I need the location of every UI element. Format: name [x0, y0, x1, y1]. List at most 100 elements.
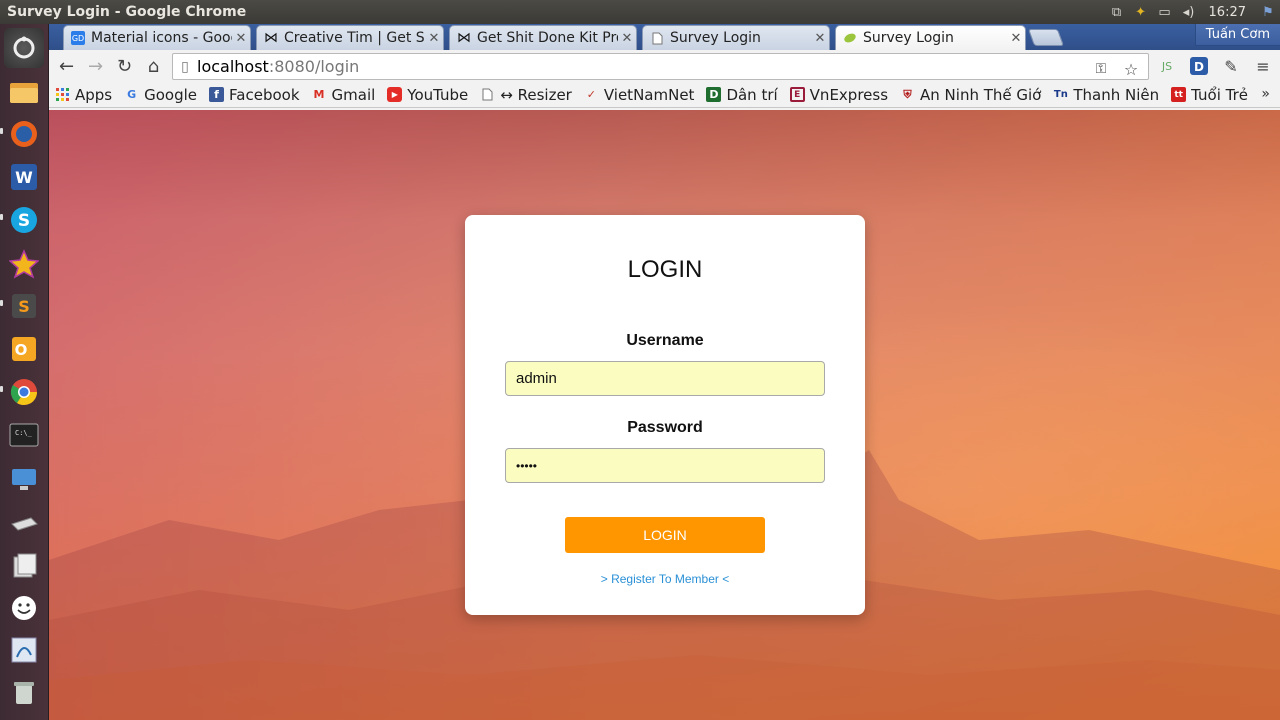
facebook-icon: f — [209, 87, 225, 102]
svg-text:S: S — [18, 297, 30, 316]
url-host: localhost — [197, 57, 269, 76]
sublime-icon[interactable]: S — [4, 286, 44, 326]
omnibox-actions: ⚿ ☆ — [1088, 56, 1144, 82]
outlook-icon[interactable]: O — [4, 329, 44, 369]
dantri-icon: D — [706, 87, 722, 102]
tab-label: Survey Login — [863, 30, 954, 46]
profile-button[interactable]: Tuấn Cơm — [1194, 24, 1280, 46]
running-indicator — [0, 386, 3, 392]
skype-icon[interactable]: S — [4, 200, 44, 240]
trash-icon[interactable] — [4, 672, 44, 712]
bookmark-label: YouTube — [407, 85, 469, 104]
tab-survey-login-active[interactable]: Survey Login ✕ — [835, 25, 1026, 50]
url-path: :8080/login — [268, 57, 360, 76]
vnexpress-icon: E — [789, 87, 805, 102]
leaf-favicon-icon — [843, 31, 857, 45]
js-extension-icon[interactable]: JS — [1154, 53, 1180, 79]
tuoi-tre-icon: tt — [1171, 87, 1187, 102]
menu-icon[interactable]: ≡ — [1250, 53, 1276, 79]
drive-icon[interactable] — [4, 504, 44, 544]
smiley-app-icon[interactable] — [4, 588, 44, 628]
bookmarks-overflow-icon[interactable]: » — [1261, 86, 1270, 102]
back-icon[interactable]: ← — [52, 52, 81, 80]
tab-survey-login-1[interactable]: Survey Login ✕ — [642, 25, 830, 50]
bookmark-dantri[interactable]: D Dân trí — [706, 86, 778, 104]
password-field[interactable]: ••••• — [505, 448, 825, 483]
home-icon[interactable]: ⌂ — [139, 52, 168, 80]
forward-icon[interactable]: → — [81, 52, 110, 80]
eyedropper-icon[interactable]: ✎ — [1218, 53, 1244, 79]
close-icon[interactable]: ✕ — [1007, 31, 1025, 46]
bookmark-label: Apps — [75, 85, 113, 104]
close-icon[interactable]: ✕ — [811, 31, 829, 46]
tab-strip: GD Material icons - Goog ✕ ⋈ Creative Ti… — [49, 24, 1280, 50]
bookmark-thanh-nien[interactable]: Tn Thanh Niên — [1053, 86, 1159, 104]
close-icon[interactable]: ✕ — [232, 31, 250, 46]
bookmark-label: Facebook — [229, 85, 300, 104]
network-icon[interactable]: ▭ — [1153, 0, 1177, 24]
star-app-icon[interactable] — [4, 244, 44, 284]
workbench-icon[interactable] — [4, 630, 44, 670]
page-icon — [480, 87, 495, 102]
dash-icon[interactable] — [4, 28, 44, 68]
bowtie-favicon-icon: ⋈ — [264, 30, 278, 46]
bookmark-vietnamnet[interactable]: ✓ VietNamNet — [584, 86, 695, 104]
dropbox-icon[interactable]: ✦ — [1129, 0, 1153, 24]
chrome-icon[interactable] — [4, 372, 44, 412]
login-button[interactable]: LOGIN — [565, 517, 765, 553]
word-icon[interactable]: W — [4, 157, 44, 197]
extensions: JS D ✎ ≡ — [1154, 53, 1276, 79]
tab-get-shit-done-kit[interactable]: ⋈ Get Shit Done Kit Pro ✕ — [449, 25, 637, 50]
close-icon[interactable]: ✕ — [618, 31, 636, 46]
page-viewport: LOGIN Username admin Password ••••• LOGI… — [49, 110, 1280, 720]
tab-label: Material icons - Goog — [91, 30, 232, 46]
remote-desktop-icon[interactable] — [4, 459, 44, 499]
bookmark-label: VietNamNet — [603, 85, 695, 104]
bookmark-tuoi-tre[interactable]: tt Tuổi Trẻ — [1171, 86, 1248, 104]
d-extension-icon[interactable]: D — [1186, 53, 1212, 79]
files-icon[interactable] — [4, 72, 44, 112]
bookmark-youtube[interactable]: ▶ YouTube — [387, 86, 468, 104]
software-center-icon[interactable] — [4, 546, 44, 586]
bookmark-resizer[interactable]: ↔ Resizer — [480, 86, 572, 104]
bookmark-google[interactable]: G Google — [124, 86, 197, 104]
address-bar[interactable]: ▯ localhost:8080/login ⚿ ☆ — [172, 53, 1149, 80]
register-link[interactable]: > Register To Member < — [465, 572, 865, 586]
volume-icon[interactable]: ◂) — [1177, 0, 1201, 24]
bookmark-apps[interactable]: Apps — [55, 86, 112, 104]
new-tab-button[interactable] — [1027, 29, 1065, 46]
thanh-nien-icon: Tn — [1053, 89, 1068, 100]
bookmark-vnexpress[interactable]: E VnExpress — [789, 86, 888, 104]
shield-icon: ⛨ — [903, 87, 912, 101]
bookmark-gmail[interactable]: M Gmail — [312, 86, 376, 104]
tab-creative-tim[interactable]: ⋈ Creative Tim | Get Sh ✕ — [256, 25, 444, 50]
bookmark-star-icon[interactable]: ☆ — [1118, 56, 1144, 82]
vietnamnet-icon: ✓ — [586, 88, 596, 101]
username-label: Username — [626, 332, 704, 349]
bookmark-facebook[interactable]: f Facebook — [209, 85, 300, 104]
tab-material-icons[interactable]: GD Material icons - Goog ✕ — [63, 25, 251, 50]
youtube-icon: ▶ — [387, 87, 403, 102]
running-indicator — [0, 128, 3, 134]
session-icon[interactable]: ⚑ — [1256, 0, 1280, 24]
reload-icon[interactable]: ↻ — [110, 52, 139, 80]
window-title: Survey Login - Google Chrome — [7, 4, 247, 20]
bowtie-favicon-icon: ⋈ — [457, 30, 471, 46]
toolbar: ← → ↻ ⌂ ▯ localhost:8080/login ⚿ ☆ JS D … — [49, 50, 1280, 82]
bookmark-label: Google — [144, 85, 198, 104]
close-icon[interactable]: ✕ — [425, 31, 443, 46]
bookmark-an-ninh-the-gioi[interactable]: ⛨ An Ninh Thế Giớ — [900, 86, 1041, 104]
tab-label: Get Shit Done Kit Pro — [477, 30, 618, 46]
bookmark-label: Thanh Niên — [1073, 85, 1160, 104]
firefox-icon[interactable] — [4, 114, 44, 154]
username-field[interactable]: admin — [505, 361, 825, 396]
os-top-bar: Survey Login - Google Chrome ⧉ ✦ ▭ ◂) 16… — [0, 0, 1280, 24]
clock[interactable]: 16:27 — [1201, 5, 1256, 20]
terminal-icon[interactable]: C:\_ — [4, 415, 44, 455]
window-switch-icon[interactable]: ⧉ — [1105, 0, 1129, 24]
tab-label: Survey Login — [670, 30, 761, 46]
svg-text:C:\_: C:\_ — [15, 429, 33, 437]
password-label: Password — [627, 419, 703, 436]
page-info-icon[interactable]: ▯ — [173, 59, 197, 75]
key-icon[interactable]: ⚿ — [1088, 56, 1114, 82]
